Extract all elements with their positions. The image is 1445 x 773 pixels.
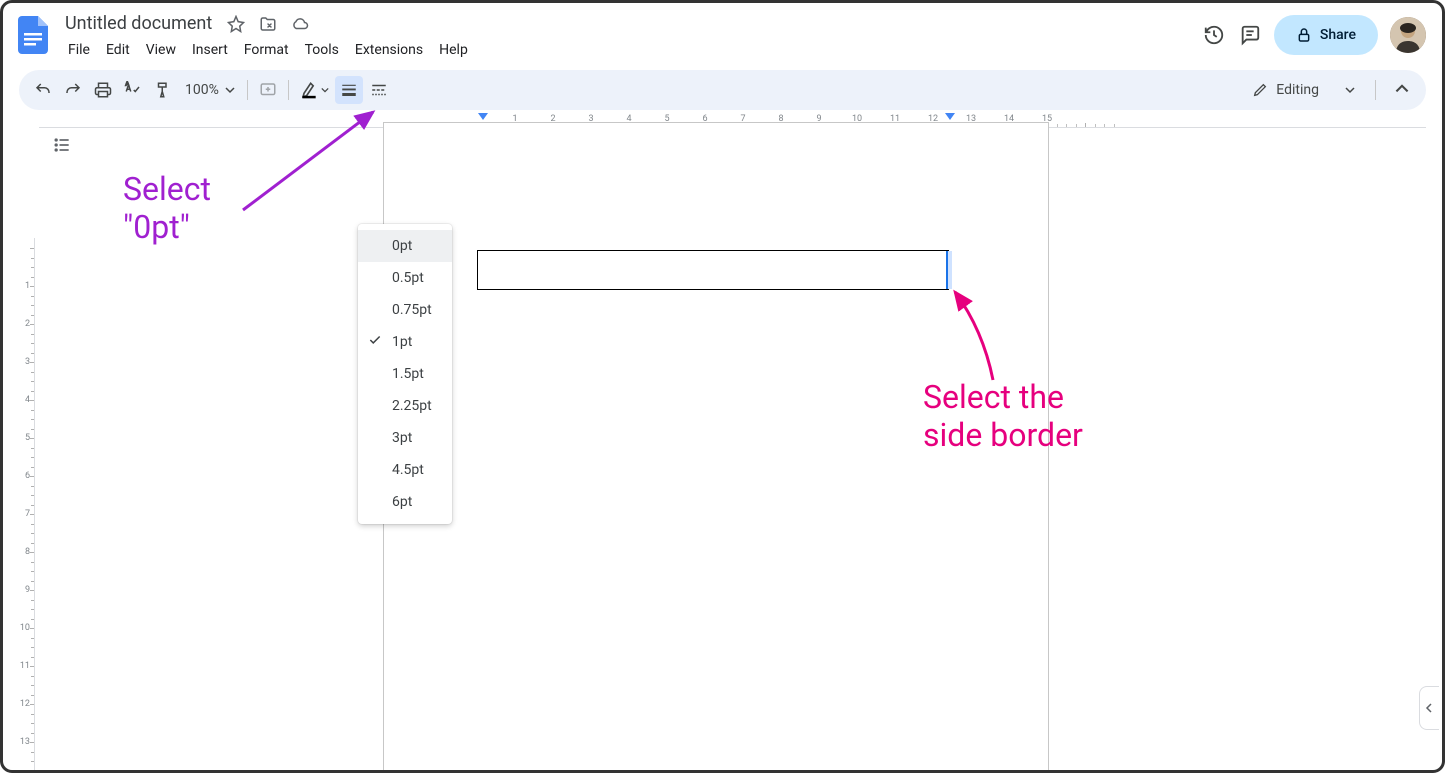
share-label: Share bbox=[1320, 27, 1356, 43]
svg-text:A: A bbox=[126, 82, 130, 88]
menu-extensions[interactable]: Extensions bbox=[348, 38, 430, 62]
menu-file[interactable]: File bbox=[61, 38, 97, 62]
table-cell[interactable] bbox=[477, 250, 949, 290]
border-width-option-4_5pt[interactable]: 4.5pt bbox=[358, 454, 452, 486]
star-icon[interactable] bbox=[224, 12, 248, 36]
border-width-dropdown: 0pt0.5pt0.75pt1pt1.5pt2.25pt3pt4.5pt6pt bbox=[358, 224, 452, 524]
table-right-border-handle[interactable] bbox=[946, 251, 952, 289]
border-width-option-6pt[interactable]: 6pt bbox=[358, 486, 452, 518]
border-width-button[interactable] bbox=[335, 76, 363, 104]
collapse-toolbar-button[interactable] bbox=[1388, 76, 1416, 104]
history-icon[interactable] bbox=[1202, 23, 1226, 47]
spellcheck-button[interactable]: A bbox=[119, 76, 147, 104]
vertical-ruler[interactable]: 12345678910111213 bbox=[19, 238, 35, 770]
doc-title[interactable]: Untitled document bbox=[61, 11, 216, 36]
border-width-option-0_5pt[interactable]: 0.5pt bbox=[358, 262, 452, 294]
print-button[interactable] bbox=[89, 76, 117, 104]
border-width-option-1_5pt[interactable]: 1.5pt bbox=[358, 358, 452, 390]
canvas: 123456789101112131415 12345678910111213 … bbox=[3, 110, 1442, 770]
zoom-value: 100% bbox=[185, 82, 219, 98]
border-width-option-0pt[interactable]: 0pt bbox=[358, 230, 452, 262]
comments-icon[interactable] bbox=[1238, 23, 1262, 47]
paint-format-button[interactable] bbox=[149, 76, 177, 104]
menu-edit[interactable]: Edit bbox=[99, 38, 137, 62]
insert-comment-button[interactable] bbox=[254, 76, 282, 104]
avatar[interactable] bbox=[1390, 17, 1426, 53]
border-color-button[interactable] bbox=[295, 76, 333, 104]
docs-logo[interactable] bbox=[13, 15, 53, 55]
side-panel-toggle[interactable] bbox=[1419, 686, 1439, 730]
toolbar: A 100% Editing bbox=[19, 70, 1426, 110]
page[interactable] bbox=[383, 122, 1049, 770]
undo-button[interactable] bbox=[29, 76, 57, 104]
border-width-option-0_75pt[interactable]: 0.75pt bbox=[358, 294, 452, 326]
border-style-button[interactable] bbox=[365, 76, 393, 104]
cloud-status-icon[interactable] bbox=[288, 12, 312, 36]
share-button[interactable]: Share bbox=[1274, 15, 1378, 55]
redo-button[interactable] bbox=[59, 76, 87, 104]
zoom-select[interactable]: 100% bbox=[179, 82, 241, 98]
annotation-left: Select "0pt" bbox=[123, 170, 211, 246]
menu-bar: FileEditViewInsertFormatToolsExtensionsH… bbox=[61, 36, 1194, 62]
menu-format[interactable]: Format bbox=[237, 38, 296, 62]
header-bar: Untitled document FileEditViewInsertForm… bbox=[3, 3, 1442, 62]
move-icon[interactable] bbox=[256, 12, 280, 36]
editing-mode-button[interactable]: Editing bbox=[1244, 78, 1363, 102]
border-width-option-1pt[interactable]: 1pt bbox=[358, 326, 452, 358]
menu-view[interactable]: View bbox=[139, 38, 183, 62]
border-width-option-3pt[interactable]: 3pt bbox=[358, 422, 452, 454]
menu-tools[interactable]: Tools bbox=[298, 38, 346, 62]
border-width-option-2_25pt[interactable]: 2.25pt bbox=[358, 390, 452, 422]
menu-help[interactable]: Help bbox=[432, 38, 475, 62]
menu-insert[interactable]: Insert bbox=[185, 38, 235, 62]
outline-toggle-button[interactable] bbox=[47, 130, 77, 160]
editing-label: Editing bbox=[1276, 82, 1319, 98]
